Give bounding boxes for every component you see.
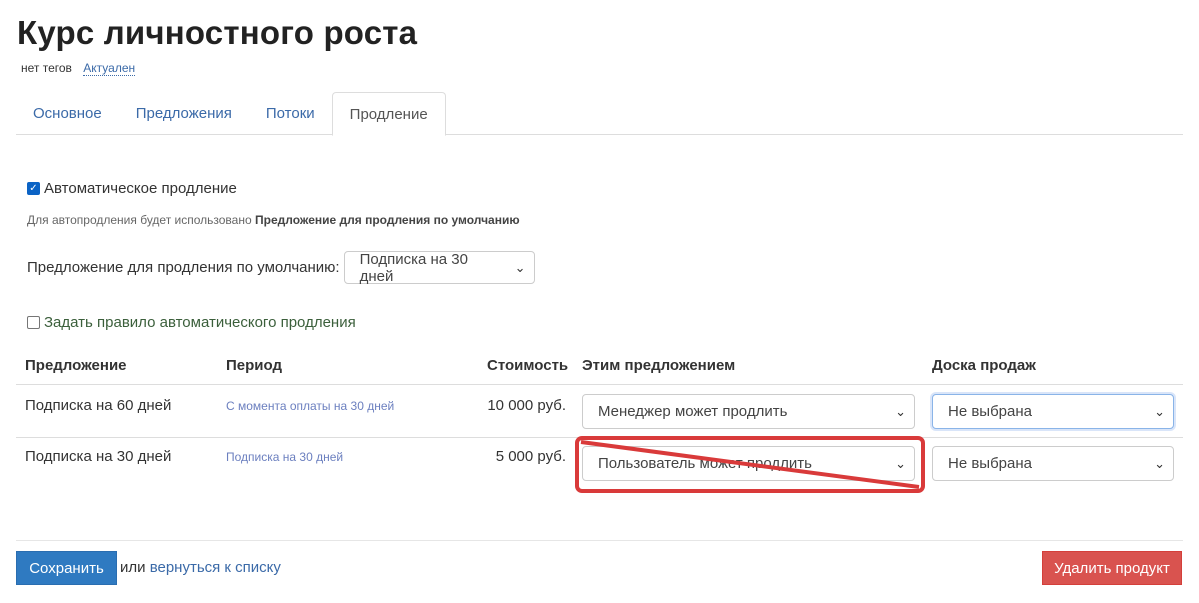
renewal-mode-select[interactable]: Пользователь может продлить ⌄ — [582, 446, 915, 481]
delete-product-button[interactable]: Удалить продукт — [1042, 551, 1182, 585]
note-bold: Предложение для продления по умолчанию — [254, 213, 520, 227]
tab-offers[interactable]: Предложения — [119, 92, 249, 135]
period-link[interactable]: Подписка на 30 дней — [226, 450, 343, 464]
renewal-mode-select[interactable]: Менеджер может продлить ⌄ — [582, 394, 915, 429]
offer-name: Подписка на 60 дней — [25, 397, 172, 414]
rule-checkbox[interactable]: Задать правило автоматического продления — [27, 314, 356, 331]
auto-renewal-label: Автоматическое продление — [44, 180, 237, 197]
status-link[interactable]: Актуален — [83, 61, 136, 76]
default-offer-select[interactable]: Подписка на 30 дней ⌄ — [343, 251, 535, 285]
chevron-down-icon: ⌄ — [514, 259, 526, 275]
offer-name: Подписка на 30 дней — [25, 448, 172, 465]
default-offer-label: Предложение для продления по умолчанию: — [27, 259, 340, 276]
header-divider — [16, 384, 1183, 385]
product-meta: нет тегов Актуален — [21, 61, 136, 76]
col-header-price: Стоимость — [487, 357, 569, 374]
col-header-offer: Предложение — [25, 357, 127, 374]
period-link[interactable]: С момента оплаты на 30 дней — [226, 399, 394, 413]
sales-board-select[interactable]: Не выбрана ⌄ — [932, 446, 1174, 481]
col-header-period: Период — [226, 357, 282, 374]
chevron-down-icon: ⌄ — [1154, 403, 1165, 419]
page-title: Курс личностного роста — [17, 14, 418, 51]
footer-divider — [16, 540, 1183, 541]
row-divider — [16, 437, 1183, 438]
price: 10 000 руб. — [487, 397, 566, 414]
rule-label: Задать правило автоматического продления — [44, 314, 356, 331]
checkbox-empty-icon[interactable] — [27, 316, 40, 329]
tab-bar: Основное Предложения Потоки Продление — [16, 92, 1183, 136]
price: 5 000 руб. — [495, 448, 566, 465]
auto-renewal-checkbox[interactable]: ✓ Автоматическое продление — [27, 180, 237, 197]
chevron-down-icon: ⌄ — [1154, 455, 1165, 471]
chevron-down-icon: ⌄ — [895, 455, 906, 471]
back-text: или вернуться к списку — [120, 559, 281, 576]
save-button[interactable]: Сохранить — [16, 551, 117, 585]
chevron-down-icon: ⌄ — [895, 403, 906, 419]
tab-renewal[interactable]: Продление — [331, 92, 446, 136]
tab-streams[interactable]: Потоки — [249, 92, 332, 135]
tags-label: нет тегов — [21, 61, 72, 75]
checkbox-checked-icon[interactable]: ✓ — [27, 182, 40, 195]
back-to-list-link[interactable]: вернуться к списку — [150, 559, 281, 576]
col-header-board: Доска продаж — [932, 357, 1036, 374]
col-header-renewal: Этим предложением — [582, 357, 736, 374]
sales-board-select[interactable]: Не выбрана ⌄ — [932, 394, 1174, 429]
auto-renewal-note: Для автопродления будет использовано Пре… — [27, 213, 520, 227]
tab-main[interactable]: Основное — [16, 92, 119, 135]
default-offer-row: Предложение для продления по умолчанию: … — [27, 251, 535, 285]
